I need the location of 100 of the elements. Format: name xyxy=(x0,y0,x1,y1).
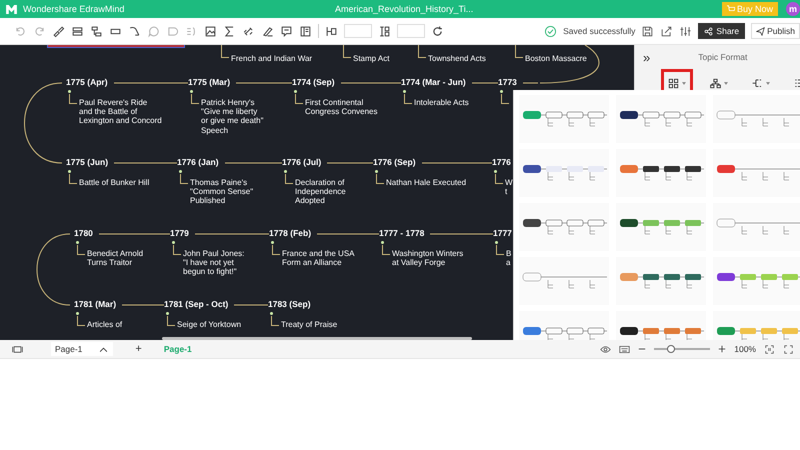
zoom-dropdown[interactable]: 100% xyxy=(734,344,756,354)
refresh-icon[interactable] xyxy=(431,24,444,38)
date-label[interactable]: 1776 (Sep) xyxy=(373,157,422,168)
node-dot xyxy=(375,170,378,173)
subtopic-icon[interactable] xyxy=(90,24,103,38)
node-dot xyxy=(270,312,273,315)
branch-connector xyxy=(495,174,503,184)
formula-icon[interactable] xyxy=(223,24,236,38)
topic-label[interactable]: Townshend Acts xyxy=(428,54,486,64)
topic-label[interactable]: First Continental Congress Convenes xyxy=(305,98,378,116)
date-label[interactable]: 1776 (Jan) xyxy=(177,157,225,168)
user-avatar[interactable]: m xyxy=(786,2,800,16)
topic-label[interactable]: Articles of xyxy=(87,320,122,330)
date-label[interactable]: 1773 xyxy=(498,77,523,88)
branch-connector xyxy=(295,94,303,104)
node-dot xyxy=(271,241,274,244)
topic-label[interactable]: Thomas Paine's "Common Sense" Published xyxy=(190,178,254,206)
date-label[interactable]: 1781 (Mar) xyxy=(74,299,122,310)
date-label[interactable]: 1775 (Mar) xyxy=(188,77,236,88)
topic-icon[interactable] xyxy=(71,24,84,38)
add-page-button[interactable]: + xyxy=(135,343,142,355)
node-dot xyxy=(294,90,297,93)
node-dot xyxy=(495,241,498,244)
node-dot xyxy=(166,312,169,315)
topic-label[interactable]: Boston Massacre xyxy=(525,54,587,64)
curve-connector xyxy=(36,234,70,306)
collapse-icon[interactable]: » xyxy=(643,50,650,64)
topic-label[interactable]: Patrick Henry's "Give me liberty or give me death" Speech xyxy=(201,98,264,135)
topic-label[interactable]: Paul Revere's Ride and the Battle of Lexington and Concord xyxy=(79,98,162,126)
logo-icon xyxy=(6,4,17,14)
date-label[interactable]: 1775 (Apr) xyxy=(66,77,114,88)
share-button[interactable]: Share xyxy=(698,23,746,39)
node-dot xyxy=(68,170,71,173)
branch-connector xyxy=(173,245,181,255)
date-label[interactable]: 1778 (Feb) xyxy=(269,228,318,239)
branch-connector xyxy=(77,245,85,255)
node-dot xyxy=(68,90,71,93)
node-dot xyxy=(403,90,406,93)
topic-label[interactable]: French and Indian War xyxy=(231,54,312,64)
branch-connector xyxy=(180,174,188,184)
width-field[interactable] xyxy=(344,24,372,38)
fit-icon[interactable] xyxy=(764,344,775,354)
topic-label[interactable]: B a xyxy=(506,249,512,268)
topic-label[interactable]: John Paul Jones: "I have not yet begun to fight!" xyxy=(183,249,244,277)
topic-label[interactable]: Battle of Bunker Hill xyxy=(79,178,150,188)
branch-connector xyxy=(496,245,504,255)
scrollbar[interactable] xyxy=(162,337,472,340)
date-label[interactable]: 1774 (Mar - Jun) xyxy=(401,77,472,88)
branch-connector xyxy=(376,174,384,184)
export-icon[interactable] xyxy=(660,24,674,38)
publish-button[interactable]: Publish xyxy=(751,23,800,39)
topic-label[interactable]: Declaration of Independence Adopted xyxy=(295,178,346,206)
branch-connector xyxy=(271,316,279,326)
node-dot xyxy=(284,170,287,173)
date-label[interactable]: 1774 (Sep) xyxy=(292,77,341,88)
app-name: Wondershare EdrawMind xyxy=(23,4,124,14)
panel-toggle-icon[interactable] xyxy=(12,344,23,354)
branch-connector xyxy=(285,174,293,184)
node-dot xyxy=(76,241,79,244)
check-icon xyxy=(544,24,558,38)
topic-label[interactable]: Benedict Arnold Turns Traitor xyxy=(87,249,144,268)
topic-label[interactable]: France and the USA Form an Alliance xyxy=(282,249,354,268)
date-label[interactable]: 1777 - 1778 xyxy=(379,228,430,239)
branch-connector xyxy=(69,174,77,184)
topic-label[interactable]: W t xyxy=(505,178,513,196)
comment-icon[interactable] xyxy=(280,24,293,38)
selected-node-outline[interactable] xyxy=(47,45,185,48)
zoom-in-icon[interactable] xyxy=(718,345,726,353)
pen-icon[interactable] xyxy=(261,24,274,38)
send-icon xyxy=(756,26,766,36)
page-dropdown[interactable]: Page-1 xyxy=(51,342,114,356)
share-icon xyxy=(704,26,714,36)
branch-connector xyxy=(167,316,175,326)
note-icon[interactable] xyxy=(299,24,312,38)
date-label[interactable]: 1781 (Sep - Oct) xyxy=(164,299,234,310)
topic-label[interactable]: Washington Winters at Valley Forge xyxy=(392,249,464,268)
height-field[interactable] xyxy=(397,24,425,38)
save-icon[interactable] xyxy=(641,24,654,38)
node-dot xyxy=(172,241,175,244)
panel-title: Topic Format xyxy=(698,52,748,62)
branch-connector xyxy=(69,94,77,104)
date-label[interactable]: 1779 xyxy=(170,228,195,239)
node-dot xyxy=(500,90,503,93)
branch-connector xyxy=(382,245,390,255)
keyboard-icon[interactable] xyxy=(619,344,630,354)
topic-label[interactable]: Seige of Yorktown xyxy=(177,320,242,330)
settings-icon[interactable] xyxy=(679,24,692,38)
node-dot xyxy=(190,90,193,93)
branch-connector xyxy=(77,316,85,326)
date-label[interactable]: 1780 xyxy=(74,228,99,239)
topic-label[interactable]: Treaty of Praise xyxy=(281,320,338,330)
date-label[interactable]: 1776 (Jul) xyxy=(282,157,328,168)
date-label[interactable]: 1775 (Jun) xyxy=(66,157,114,168)
topic-label[interactable]: Stamp Act xyxy=(353,54,390,64)
topic-label[interactable]: Nathan Hale Executed xyxy=(386,178,466,188)
topic-label[interactable]: Intolerable Acts xyxy=(414,98,469,108)
fullscreen-icon[interactable] xyxy=(783,344,794,354)
eye-icon[interactable] xyxy=(600,344,612,354)
image-icon[interactable] xyxy=(204,24,217,38)
document-title: American_Revolution_History_Ti... xyxy=(335,4,474,14)
